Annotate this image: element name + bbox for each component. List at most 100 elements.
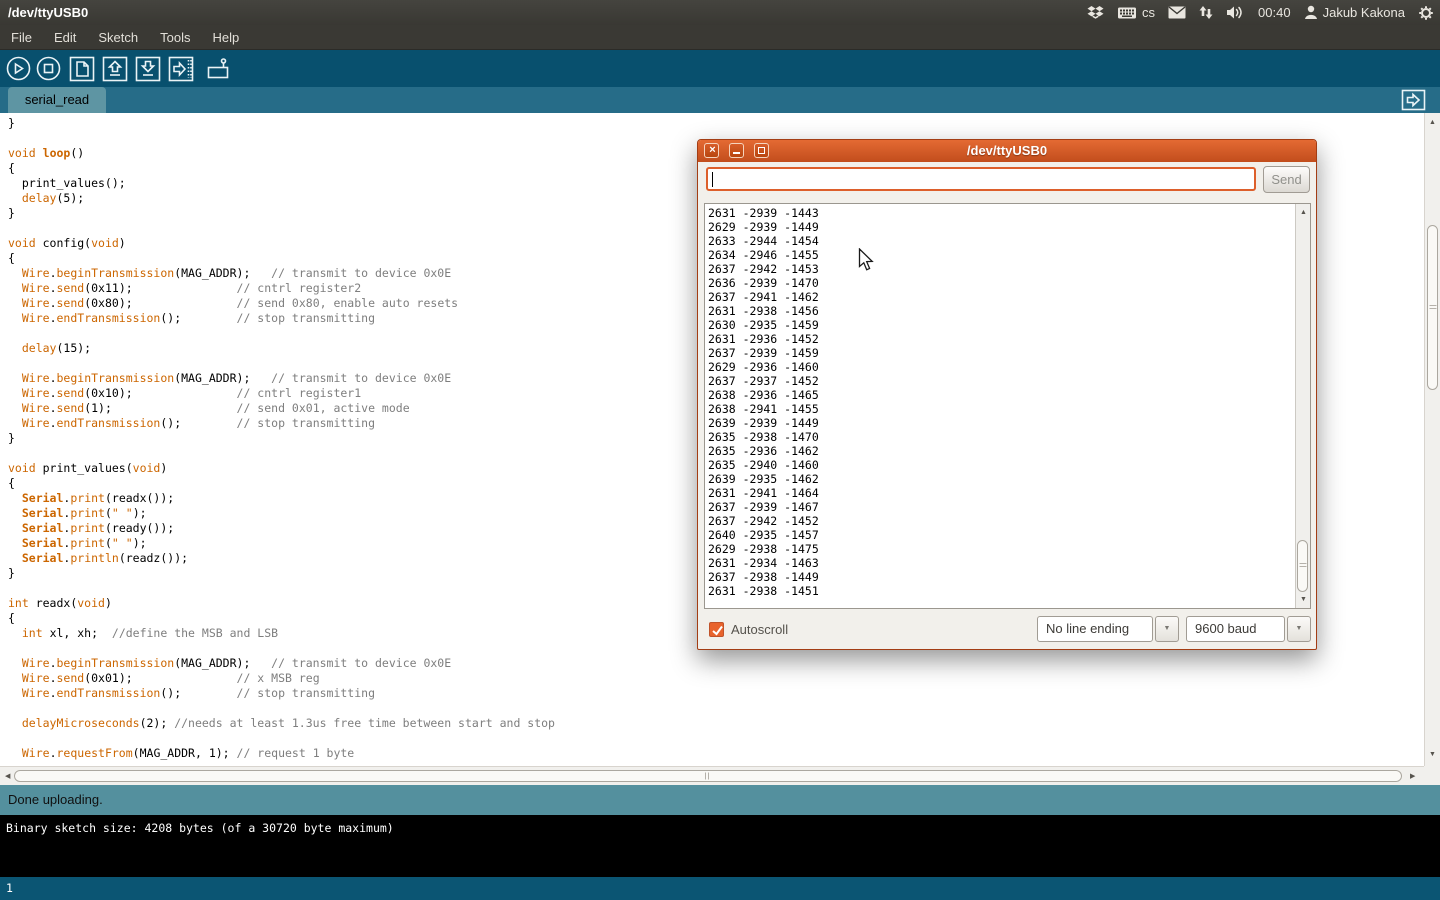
code-line — [8, 326, 555, 341]
line-ending-select[interactable]: No line ending ▼ — [1037, 616, 1179, 642]
scroll-right-icon[interactable]: ▶ — [1410, 773, 1415, 780]
scroll-up-icon[interactable]: ▲ — [1300, 209, 1307, 216]
upload-button[interactable] — [168, 56, 194, 82]
serial-data-line: 2637 -2939 -1459 — [708, 346, 819, 360]
volume-icon[interactable] — [1226, 5, 1245, 20]
send-button-label: Send — [1271, 172, 1301, 187]
toolbar — [0, 50, 1440, 87]
mail-icon[interactable] — [1168, 6, 1186, 19]
text-caret — [712, 172, 713, 187]
send-button[interactable]: Send — [1263, 166, 1310, 193]
code-line: print_values(); — [8, 176, 555, 191]
code-line: Serial.print(" "); — [8, 506, 555, 521]
mouse-cursor — [858, 248, 875, 277]
tab-serial-read[interactable]: serial_read — [8, 87, 106, 113]
serial-data-line: 2633 -2944 -1454 — [708, 234, 819, 248]
serial-output-area[interactable]: 2631 -2939 -14432629 -2939 -14492633 -29… — [704, 203, 1311, 609]
editor-hscroll-thumb[interactable] — [14, 770, 1402, 782]
code-line: void config(void) — [8, 236, 555, 251]
serial-data-line: 2629 -2936 -1460 — [708, 360, 819, 374]
editor-horizontal-scrollbar[interactable]: ◀ ▶ — [0, 766, 1424, 785]
code-line: { — [8, 476, 555, 491]
code-line: int xl, xh; //define the MSB and LSB — [8, 626, 555, 641]
serial-data-line: 2639 -2935 -1462 — [708, 472, 819, 486]
new-sketch-button[interactable] — [69, 56, 95, 82]
serial-scrollbar[interactable]: ▲ ▼ — [1295, 204, 1310, 608]
session-gear-icon[interactable] — [1418, 5, 1434, 21]
tab-label: serial_read — [25, 92, 89, 107]
scroll-up-icon[interactable]: ▲ — [1429, 119, 1436, 126]
editor-vertical-scrollbar[interactable]: ▲ ▼ — [1424, 113, 1440, 766]
code-line: Wire.endTransmission(); // stop transmit… — [8, 686, 555, 701]
minimize-icon — [733, 152, 740, 154]
menu-item-tools[interactable]: Tools — [149, 25, 201, 50]
chevron-down-icon[interactable]: ▼ — [1155, 616, 1179, 642]
scroll-grip — [705, 773, 711, 780]
serial-input-field[interactable] — [706, 167, 1256, 191]
autoscroll-checkbox[interactable] — [709, 622, 724, 637]
serial-window-titlebar[interactable]: /dev/ttyUSB0 — [698, 140, 1316, 162]
verify-button[interactable] — [5, 55, 32, 82]
scroll-down-icon[interactable]: ▼ — [1300, 596, 1307, 603]
tabstrip: serial_read — [0, 87, 1440, 113]
serial-data-line: 2637 -2938 -1449 — [708, 570, 819, 584]
code-line: Wire.requestFrom(MAG_ADDR, 1); // reques… — [8, 746, 555, 761]
menu-item-help[interactable]: Help — [201, 25, 250, 50]
window-title: /dev/ttyUSB0 — [8, 5, 88, 20]
code-line: Serial.print(" "); — [8, 536, 555, 551]
editor-scroll-thumb[interactable] — [1427, 225, 1438, 390]
serial-data-line: 2629 -2938 -1475 — [708, 542, 819, 556]
serial-data-line: 2631 -2939 -1443 — [708, 206, 819, 220]
serial-monitor-window: /dev/ttyUSB0 × Send 2631 -2939 -14432629… — [697, 139, 1317, 650]
code-line: { — [8, 611, 555, 626]
serial-data-line: 2631 -2934 -1463 — [708, 556, 819, 570]
keyboard-indicator[interactable]: cs — [1117, 5, 1155, 20]
scroll-down-icon[interactable]: ▼ — [1429, 751, 1436, 758]
serial-data-line: 2635 -2936 -1462 — [708, 444, 819, 458]
serial-data-line: 2637 -2937 -1452 — [708, 374, 819, 388]
maximize-button[interactable] — [754, 143, 769, 158]
open-button[interactable] — [102, 56, 128, 82]
dropbox-icon[interactable] — [1087, 5, 1104, 21]
menu-item-sketch[interactable]: Sketch — [87, 25, 149, 50]
scroll-grip — [1299, 563, 1306, 569]
stop-button[interactable] — [35, 55, 62, 82]
menu-item-file[interactable]: File — [10, 25, 43, 50]
code-line — [8, 131, 555, 146]
serial-data-line: 2631 -2938 -1456 — [708, 304, 819, 318]
serial-scroll-thumb[interactable] — [1297, 540, 1308, 592]
serial-monitor-button[interactable] — [206, 56, 232, 82]
serial-monitor-toggle-icon[interactable] — [1401, 89, 1426, 116]
close-icon: × — [705, 143, 720, 158]
code-line — [8, 581, 555, 596]
clock[interactable]: 00:40 — [1258, 5, 1291, 20]
serial-data-line: 2629 -2939 -1449 — [708, 220, 819, 234]
minimize-button[interactable] — [729, 143, 744, 158]
scroll-left-icon[interactable]: ◀ — [5, 773, 10, 780]
code-line: Wire.send(0x10); // cntrl register1 — [8, 386, 555, 401]
code-line: Wire.send(0x80); // send 0x80, enable au… — [8, 296, 555, 311]
arduino-ide-screen: /dev/ttyUSB0 cs — [0, 0, 1440, 900]
code-line — [8, 356, 555, 371]
baud-rate-value: 9600 baud — [1186, 616, 1285, 642]
code-line: Serial.println(readz()); — [8, 551, 555, 566]
code-line — [8, 731, 555, 746]
check-icon — [710, 623, 725, 638]
scroll-grip — [1429, 305, 1436, 311]
baud-rate-select[interactable]: 9600 baud ▼ — [1186, 616, 1311, 642]
menu-item-edit[interactable]: Edit — [43, 25, 87, 50]
code-line: Wire.endTransmission(); // stop transmit… — [8, 416, 555, 431]
console-output: Binary sketch size: 4208 bytes (of a 307… — [0, 815, 1440, 877]
status-bar: Done uploading. — [0, 785, 1440, 815]
code-line: void loop() — [8, 146, 555, 161]
clock-label: 00:40 — [1258, 5, 1291, 20]
console-text: Binary sketch size: 4208 bytes (of a 307… — [6, 821, 394, 835]
save-button[interactable] — [135, 56, 161, 82]
network-arrows-icon[interactable] — [1199, 5, 1213, 20]
close-button[interactable]: × — [704, 143, 719, 158]
code-area: } void loop(){ print_values(); delay(5);… — [8, 116, 555, 761]
chevron-down-icon[interactable]: ▼ — [1287, 616, 1311, 642]
user-menu[interactable]: Jakub Kakona — [1304, 5, 1405, 20]
code-line: delayMicroseconds(2); //needs at least 1… — [8, 716, 555, 731]
code-line: Wire.beginTransmission(MAG_ADDR); // tra… — [8, 656, 555, 671]
